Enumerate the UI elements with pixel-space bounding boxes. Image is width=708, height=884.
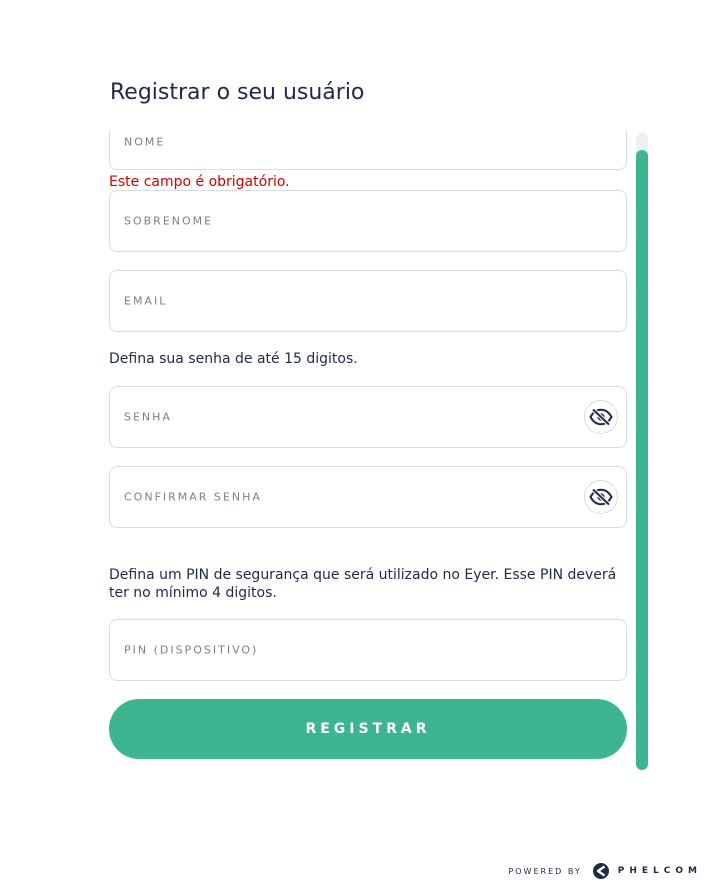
senha-visibility-toggle[interactable] xyxy=(584,400,618,434)
powered-by-label: POWERED BY xyxy=(508,866,582,876)
pin-field[interactable]: PIN (DISPOSITIVO) xyxy=(109,619,627,681)
senha-placeholder: SENHA xyxy=(124,410,172,424)
register-button[interactable]: REGISTRAR xyxy=(109,699,627,759)
senha-field[interactable]: SENHA xyxy=(109,386,627,448)
sobrenome-field[interactable]: SOBRENOME xyxy=(109,190,627,252)
phelcom-logo-icon xyxy=(592,863,609,879)
confirmar-senha-visibility-toggle[interactable] xyxy=(584,480,618,514)
page-title: Registrar o seu usuário xyxy=(110,80,365,105)
email-field[interactable]: EMAIL xyxy=(109,270,627,332)
eye-slash-icon xyxy=(589,408,613,426)
brand-name: PHELCOM xyxy=(617,866,702,876)
brand-logo: PHELCOM xyxy=(592,862,702,880)
footer: POWERED BY PHELCOM xyxy=(508,862,702,880)
pin-placeholder: PIN (DISPOSITIVO) xyxy=(124,643,259,657)
nome-field[interactable]: NOME xyxy=(109,130,627,170)
sobrenome-placeholder: SOBRENOME xyxy=(124,214,214,228)
scrollbar-thumb[interactable] xyxy=(636,150,648,770)
email-placeholder: EMAIL xyxy=(124,294,168,308)
nome-placeholder: NOME xyxy=(124,135,166,149)
registration-form: NOME Este campo é obrigatório. SOBRENOME… xyxy=(109,130,627,770)
confirmar-senha-placeholder: CONFIRMAR SENHA xyxy=(124,490,262,504)
scrollbar-track[interactable] xyxy=(636,132,648,770)
nome-error-message: Este campo é obrigatório. xyxy=(109,174,290,190)
eye-slash-icon xyxy=(589,488,613,506)
pin-hint: Defina um PIN de segurança que será util… xyxy=(109,567,617,601)
confirmar-senha-field[interactable]: CONFIRMAR SENHA xyxy=(109,466,627,528)
password-hint: Defina sua senha de até 15 digitos. xyxy=(109,351,358,367)
